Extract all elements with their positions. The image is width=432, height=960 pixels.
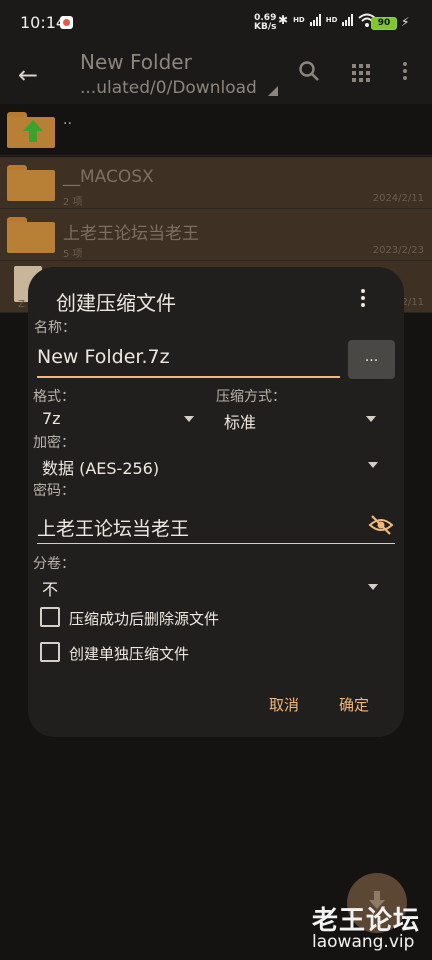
separate-archives-checkbox[interactable] — [40, 642, 60, 662]
name-label: 名称： — [34, 320, 76, 336]
separate-archives-option[interactable]: 创建单独压缩文件 — [38, 640, 338, 666]
toolbar-title: New Folder — [80, 50, 192, 74]
battery-indicator: 90 — [371, 17, 397, 30]
folder-icon — [7, 165, 55, 201]
folder-up-icon — [7, 112, 55, 148]
list-item-name: Z — [18, 299, 25, 310]
cancel-button[interactable]: 取消 — [269, 694, 299, 715]
dialog-menu-icon[interactable] — [361, 289, 367, 310]
compression-select[interactable]: 标准 — [218, 405, 378, 433]
bluetooth-icon: ✱ — [278, 13, 289, 27]
net-speed: 0.69 KB/s — [254, 14, 276, 32]
encryption-value: 数据 (AES-256) — [42, 459, 160, 478]
visibility-off-icon[interactable] — [368, 514, 394, 536]
overflow-menu-icon[interactable] — [403, 62, 409, 83]
search-icon[interactable] — [298, 60, 320, 82]
separate-archives-label: 创建单独压缩文件 — [69, 645, 190, 663]
list-item-name: .. — [63, 112, 72, 128]
format-value: 7z — [42, 409, 61, 428]
chevron-down-icon — [368, 462, 378, 468]
split-label: 分卷： — [33, 556, 75, 572]
top-toolbar: ← New Folder ...ulated/0/Download — [0, 46, 432, 104]
create-archive-dialog: 创建压缩文件 名称： New Folder.7z ... 格式： 7z 压缩方式… — [28, 267, 404, 737]
folder-icon — [7, 217, 55, 253]
list-item-count: 5 项 — [63, 249, 83, 260]
encryption-select[interactable]: 数据 (AES-256) — [36, 451, 384, 479]
encryption-label: 加密： — [33, 435, 75, 451]
signal-icon-1 — [309, 14, 321, 26]
chevron-down-icon — [366, 416, 376, 422]
charging-icon: ⚡ — [401, 15, 410, 29]
hd-label-2: HD — [325, 16, 338, 24]
status-bar: 10:14 0.69 KB/s ✱ HD HD 90 ⚡ — [0, 0, 432, 46]
watermark-url: laowang.vip — [312, 932, 415, 952]
ok-button[interactable]: 确定 — [339, 694, 369, 715]
archive-name-input[interactable]: New Folder.7z — [37, 340, 340, 378]
list-item[interactable]: 上老王论坛当老王 5 项 2023/2/23 — [0, 209, 432, 261]
browse-button[interactable]: ... — [348, 340, 395, 379]
list-item-count: 2 项 — [63, 197, 83, 208]
list-item[interactable]: __MACOSX 2 项 2024/2/11 — [0, 157, 432, 209]
signal-icon-2 — [342, 14, 354, 26]
delete-source-label: 压缩成功后删除源文件 — [69, 610, 220, 628]
chevron-down-icon — [368, 584, 378, 590]
list-item-date: 2023/2/23 — [372, 245, 424, 256]
format-label: 格式： — [33, 389, 75, 405]
list-item-name: __MACOSX — [63, 167, 154, 187]
back-arrow-icon[interactable]: ← — [18, 61, 38, 89]
password-value: 上老王论坛当老王 — [37, 518, 190, 540]
split-value: 不 — [42, 580, 59, 599]
app-notification-icon — [60, 16, 73, 29]
list-item-name: 上老王论坛当老王 — [63, 224, 199, 244]
dialog-title: 创建压缩文件 — [56, 291, 176, 315]
toolbar-path[interactable]: ...ulated/0/Download — [80, 78, 257, 98]
archive-name-value: New Folder.7z — [37, 346, 170, 368]
path-dropdown-icon[interactable] — [268, 86, 278, 96]
delete-source-checkbox[interactable] — [40, 607, 60, 627]
split-select[interactable]: 不 — [36, 572, 384, 600]
compression-label: 压缩方式： — [216, 389, 286, 405]
password-input[interactable]: 上老王论坛当老王 — [37, 512, 395, 544]
grid-view-icon[interactable] — [352, 64, 370, 82]
list-item-date: 2024/2/11 — [372, 193, 424, 204]
chevron-down-icon — [184, 416, 194, 422]
net-speed-unit: KB/s — [254, 22, 277, 32]
compression-value: 标准 — [224, 413, 257, 432]
hd-label-1: HD — [293, 16, 305, 24]
list-item-parent[interactable]: .. — [0, 104, 432, 156]
format-select[interactable]: 7z — [36, 405, 202, 433]
delete-source-option[interactable]: 压缩成功后删除源文件 — [38, 605, 338, 631]
password-label: 密码： — [33, 483, 75, 499]
status-icons: ✱ HD HD — [278, 13, 377, 27]
